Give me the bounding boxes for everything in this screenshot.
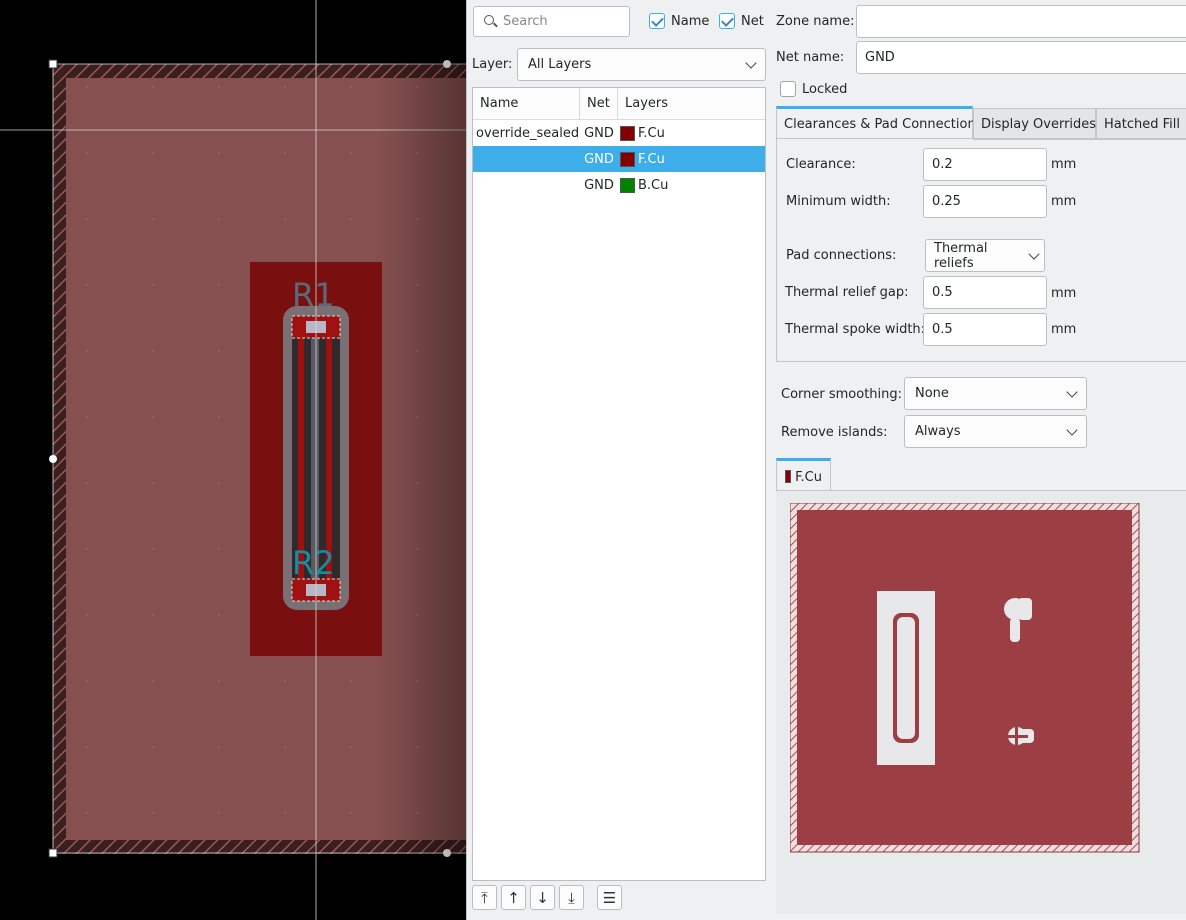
- column-header-name[interactable]: Name: [473, 88, 580, 119]
- layer-color-swatch: [785, 470, 792, 483]
- preview-tab-label: F.Cu: [795, 470, 822, 485]
- sort-button[interactable]: ☰: [597, 885, 622, 910]
- move-top-button[interactable]: ⤒: [472, 885, 497, 910]
- filter-name-checkbox[interactable]: Name: [649, 13, 709, 29]
- column-header-layers[interactable]: Layers: [618, 88, 675, 119]
- corner-smoothing-label: Corner smoothing:: [781, 387, 903, 402]
- handle-bottom-left: [48, 848, 58, 858]
- locked-label: Locked: [802, 81, 848, 97]
- tab-clearances[interactable]: Clearances & Pad Connections: [776, 106, 982, 138]
- move-up-button[interactable]: ↑: [501, 885, 526, 910]
- pad-connections-value: Thermal reliefs: [934, 240, 988, 271]
- net-name-label: Net name:: [776, 50, 845, 65]
- table-header: Name Net Layers: [473, 88, 765, 120]
- zone-name-label: Zone name:: [776, 14, 855, 29]
- pcb-drawing: R1 R2: [0, 0, 466, 920]
- preview-tab-fcu[interactable]: F.Cu: [776, 458, 831, 491]
- cell-net: GND: [584, 151, 614, 167]
- checkbox-checked-icon: [649, 13, 665, 29]
- zone-name-input[interactable]: [856, 5, 1186, 38]
- ref-r2: R2: [292, 544, 335, 582]
- pcb-canvas[interactable]: R1 R2: [0, 0, 466, 920]
- layer-filter-value: All Layers: [528, 57, 592, 72]
- pad-connections-label: Pad connections:: [786, 248, 897, 263]
- zone-list-table[interactable]: Name Net Layers override_sealed GND F.Cu…: [472, 87, 766, 881]
- search-placeholder: Search: [503, 14, 548, 29]
- preview-drawing: [790, 503, 1140, 853]
- chevron-down-icon: [1066, 423, 1078, 436]
- filter-name-label: Name: [671, 13, 710, 29]
- remove-islands-select[interactable]: Always: [904, 415, 1087, 448]
- move-top-icon: ⤒: [481, 888, 488, 907]
- clearance-input[interactable]: 0.2: [923, 148, 1047, 181]
- handle-mid-left: [49, 455, 57, 463]
- corner-smoothing-select[interactable]: None: [904, 377, 1087, 410]
- locked-checkbox[interactable]: Locked: [780, 81, 847, 97]
- net-name-input[interactable]: GND: [856, 41, 1186, 74]
- min-width-input[interactable]: 0.25: [923, 185, 1047, 218]
- search-input[interactable]: Search: [473, 6, 630, 37]
- spoke-width-label: Thermal spoke width:: [785, 322, 926, 337]
- table-row[interactable]: GND B.Cu: [473, 172, 765, 198]
- ref-r1: R1: [292, 276, 335, 314]
- cell-name: override_sealed: [476, 125, 579, 141]
- remove-islands-value: Always: [915, 424, 961, 439]
- cell-layer: F.Cu: [638, 125, 665, 141]
- move-bottom-icon: ⤓: [568, 888, 575, 907]
- cell-layer: B.Cu: [638, 177, 669, 193]
- zone-properties-dialog: Search Name Net Layer: All Layers Name N…: [466, 0, 1186, 920]
- column-header-net[interactable]: Net: [580, 88, 618, 119]
- checkbox-unchecked-icon: [780, 81, 796, 97]
- spoke-width-unit: mm: [1051, 322, 1077, 337]
- cell-net: GND: [584, 177, 614, 193]
- tab-hatched-fill[interactable]: Hatched Fill: [1096, 108, 1186, 140]
- table-row[interactable]: override_sealed GND F.Cu: [473, 120, 765, 146]
- remove-islands-label: Remove islands:: [781, 425, 888, 440]
- move-down-button[interactable]: ↓: [530, 885, 555, 910]
- clearance-label: Clearance:: [786, 157, 856, 172]
- move-bottom-button[interactable]: ⤓: [559, 885, 584, 910]
- chevron-down-icon: [1066, 385, 1078, 398]
- cell-layer: F.Cu: [638, 151, 665, 167]
- layer-filter-label: Layer:: [472, 57, 513, 72]
- table-row-selected[interactable]: GND F.Cu: [473, 146, 765, 172]
- chevron-down-icon: [1028, 247, 1040, 260]
- thermal-gap-label: Thermal relief gap:: [785, 285, 909, 300]
- min-width-unit: mm: [1051, 194, 1077, 209]
- layer-color-swatch: [620, 177, 635, 193]
- layer-filter-select[interactable]: All Layers: [517, 48, 766, 81]
- thermal-gap-unit: mm: [1051, 286, 1077, 301]
- min-width-label: Minimum width:: [786, 194, 891, 209]
- handle-top-left: [48, 59, 58, 69]
- sort-icon: ☰: [602, 888, 617, 907]
- cell-net: GND: [584, 125, 614, 141]
- filter-net-label: Net: [741, 13, 764, 29]
- pad-connections-select[interactable]: Thermal reliefs: [925, 239, 1045, 272]
- spoke-width-input[interactable]: 0.5: [923, 313, 1047, 346]
- checkbox-checked-icon: [719, 13, 735, 29]
- search-icon: [484, 15, 494, 25]
- layer-color-swatch: [620, 125, 635, 141]
- layer-color-swatch: [620, 151, 635, 167]
- zone-preview: [776, 490, 1186, 914]
- arrow-down-icon: ↓: [536, 888, 549, 907]
- filter-net-checkbox[interactable]: Net: [719, 13, 764, 29]
- clearance-unit: mm: [1051, 157, 1077, 172]
- chevron-down-icon: [745, 56, 757, 69]
- arrow-up-icon: ↑: [507, 888, 520, 907]
- thermal-gap-input[interactable]: 0.5: [923, 276, 1047, 309]
- corner-smoothing-value: None: [915, 386, 949, 401]
- tab-display-overrides[interactable]: Display Overrides: [973, 108, 1096, 140]
